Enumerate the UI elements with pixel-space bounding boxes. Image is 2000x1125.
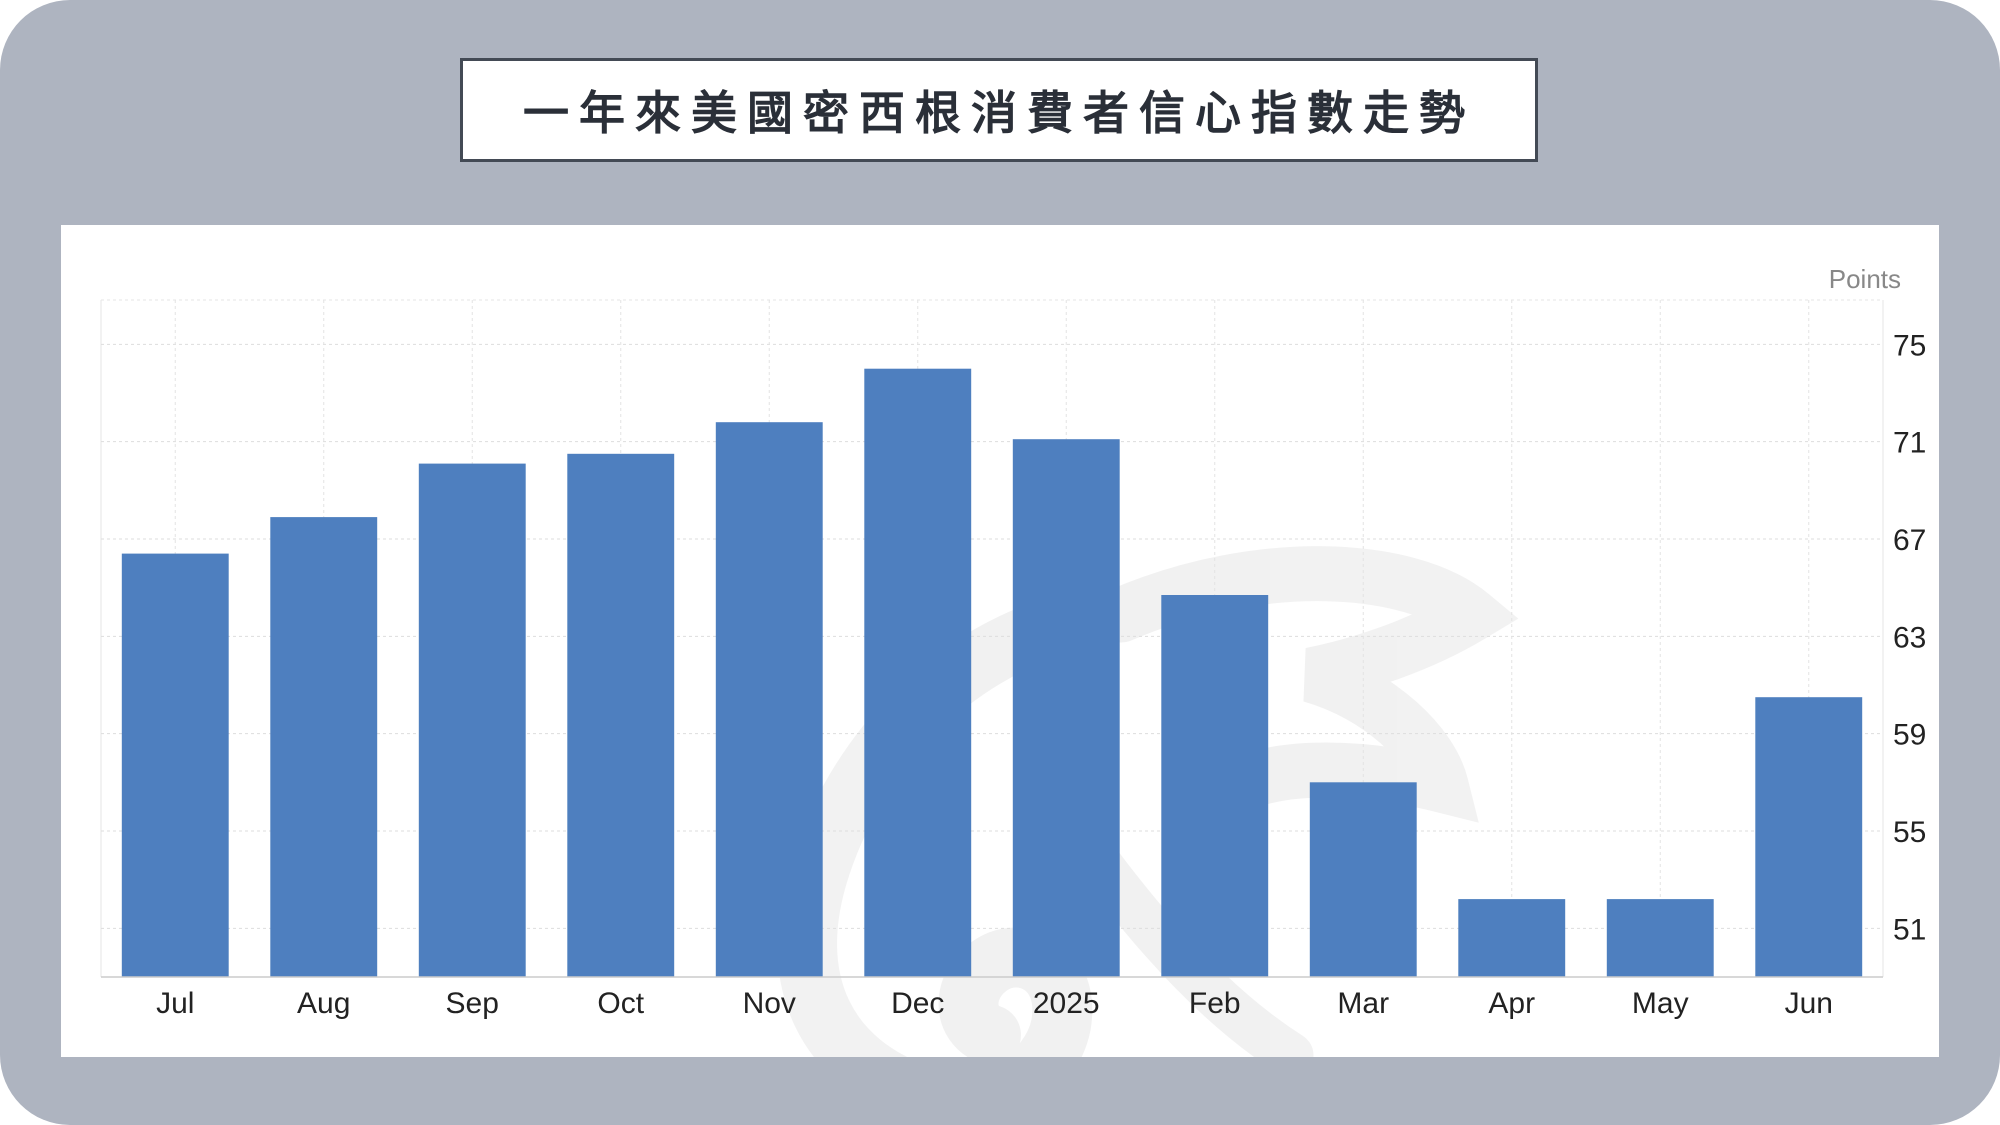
bar-apr[interactable] [1458,899,1566,977]
x-tick-label: Aug [297,987,350,1020]
chart-title: 一年來美國密西根消費者信心指數走勢 [523,86,1475,140]
bar-mar[interactable] [1309,782,1417,977]
x-tick-label: 2025 [1033,987,1100,1020]
bar-chart: 51 55 59 63 67 71 75 Jul Aug Sep Oct Nov Dec 2025 Feb… [100,264,1926,1057]
bar-jun[interactable] [1755,697,1863,977]
bar-oct[interactable] [567,453,675,977]
y-tick-label: 59 [1893,719,1926,752]
x-tick-label: Jul [156,987,194,1020]
x-tick-label: Dec [891,987,944,1020]
bar-2025[interactable] [1012,439,1120,977]
y-tick-label: 75 [1893,329,1926,362]
unit-label: Points [1829,264,1901,294]
y-tick-label: 55 [1893,816,1926,849]
y-tick-label: 67 [1893,524,1926,557]
x-tick-label: Nov [743,987,796,1020]
y-tick-label: 51 [1893,913,1926,946]
bar-may[interactable] [1606,899,1714,977]
chart-card: 一年來美國密西根消費者信心指數走勢 51 55 59 63 67 71 75 Jul Aug S… [0,0,2000,1125]
bar-aug[interactable] [270,517,378,977]
bar-feb[interactable] [1161,595,1269,977]
x-tick-label: Apr [1488,987,1535,1020]
x-tick-label: Oct [597,987,644,1020]
y-tick-label: 63 [1893,621,1926,654]
x-tick-label: Jun [1785,987,1833,1020]
bar-nov[interactable] [715,422,823,977]
bar-dec[interactable] [864,368,972,977]
y-tick-label: 71 [1893,427,1926,460]
title-box: 一年來美國密西根消費者信心指數走勢 [460,58,1538,162]
bar-sep[interactable] [418,463,526,978]
bar-jul[interactable] [121,553,229,977]
y-axis: 51 55 59 63 67 71 75 [1893,329,1926,946]
x-tick-label: May [1632,987,1689,1020]
x-tick-label: Sep [446,987,499,1020]
x-tick-label: Mar [1337,987,1389,1020]
chart-panel: 51 55 59 63 67 71 75 Jul Aug Sep Oct Nov Dec 2025 Feb… [61,225,1939,1057]
x-tick-label: Feb [1189,987,1241,1020]
